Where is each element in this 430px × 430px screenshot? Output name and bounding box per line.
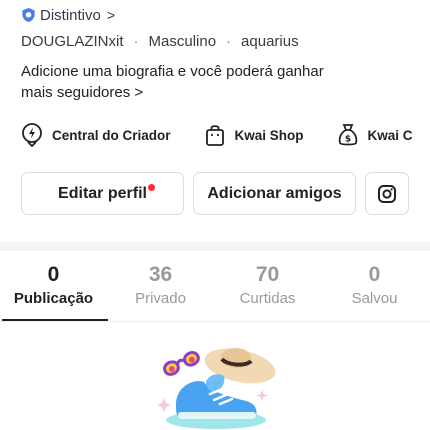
tab-publicacao[interactable]: 0 Publicação xyxy=(0,262,107,310)
add-friends-label: Adicionar amigos xyxy=(207,184,342,202)
badge-chevron-icon: > xyxy=(106,7,116,23)
shortcut-kwai-c[interactable]: $ Kwai C xyxy=(337,123,413,147)
badge-shield-icon xyxy=(22,7,35,23)
section-divider xyxy=(0,242,430,251)
meta-separator: · xyxy=(133,32,139,50)
gender: Masculino xyxy=(148,32,217,50)
tab-curtidas[interactable]: 70 Curtidas xyxy=(214,262,321,310)
username: DOUGLAZINxit xyxy=(21,32,124,50)
edit-profile-button[interactable]: Editar perfil xyxy=(21,172,184,215)
tab-count: 0 xyxy=(47,263,60,286)
tab-count: 36 xyxy=(148,263,173,286)
shortcut-label: Kwai Shop xyxy=(234,127,304,143)
money-bag-icon: $ xyxy=(338,124,357,146)
tab-count: 70 xyxy=(255,263,280,286)
instagram-button[interactable] xyxy=(365,172,409,215)
bio-line: Adicione uma biografia e você poderá gan… xyxy=(21,63,324,80)
svg-text:$: $ xyxy=(344,135,350,145)
tab-label: Salvou xyxy=(351,290,398,307)
instagram-icon xyxy=(378,184,396,203)
meta-separator: · xyxy=(226,32,232,50)
empty-state-illustration xyxy=(157,348,276,429)
tabs-underline xyxy=(0,321,430,322)
notification-dot xyxy=(148,184,155,191)
shopping-bag-icon xyxy=(205,125,224,146)
shortcut-bar: Central do Criador Kwai Shop $ Kwai C xyxy=(21,121,430,149)
badge-label: Distintivo xyxy=(40,6,101,24)
badge-row[interactable]: Distintivo > xyxy=(21,5,115,25)
shortcut-label: Central do Criador xyxy=(52,127,171,143)
zodiac-sign: aquarius xyxy=(241,32,299,50)
tab-label: Curtidas xyxy=(239,290,296,307)
bio-line-2: mais seguidores > xyxy=(21,82,401,103)
bio-prompt[interactable]: Adicione uma biografia e você poderá gan… xyxy=(21,61,401,103)
tab-label: Publicação xyxy=(13,290,94,307)
bio-chevron-icon: > xyxy=(134,84,144,101)
lightning-pin-icon xyxy=(22,123,42,147)
shortcut-central-do-criador[interactable]: Central do Criador xyxy=(21,123,171,147)
tab-count: 0 xyxy=(368,263,381,286)
edit-profile-label: Editar perfil xyxy=(58,184,147,202)
profile-tabs: 0 Publicação 36 Privado 70 Curtidas 0 Sa… xyxy=(0,262,430,322)
shortcut-label: Kwai C xyxy=(367,127,413,143)
add-friends-button[interactable]: Adicionar amigos xyxy=(193,172,356,215)
tab-label: Privado xyxy=(135,290,186,307)
tab-privado[interactable]: 36 Privado xyxy=(107,262,214,310)
profile-meta: DOUGLAZINxit · Masculino · aquarius xyxy=(21,31,299,51)
shortcut-kwai-shop[interactable]: Kwai Shop xyxy=(204,123,304,147)
tab-salvou[interactable]: 0 Salvou xyxy=(321,262,428,310)
bio-line: mais seguidores xyxy=(21,84,131,101)
